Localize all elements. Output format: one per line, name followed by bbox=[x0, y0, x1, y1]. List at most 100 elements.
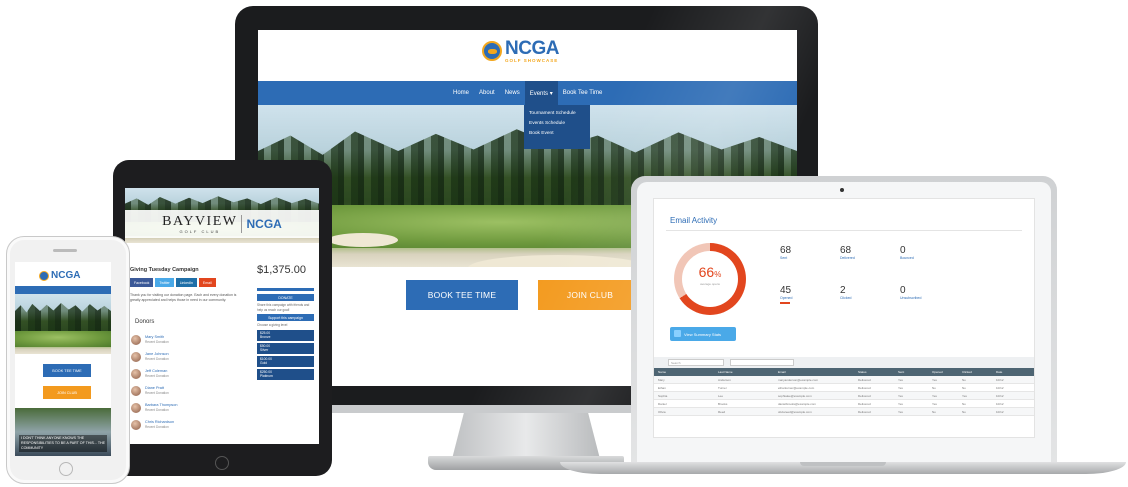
table-cell: oliviareed@example.com bbox=[778, 410, 812, 414]
stat-label[interactable]: Delivered bbox=[840, 256, 855, 261]
stat-sent: 68 Sent bbox=[780, 245, 791, 261]
phone-screen: NCGA BOOK TEE TIME JOIN CLUB I DON'T THI… bbox=[15, 262, 111, 456]
nav-book-tee-time[interactable]: Book Tee Time bbox=[558, 81, 608, 105]
giving-level-option[interactable]: $25.00 Bronze bbox=[257, 329, 314, 341]
table-row[interactable]: Olivia Reed oliviareed@example.com Delivere… bbox=[654, 408, 1034, 416]
nav-news[interactable]: News bbox=[500, 81, 525, 105]
giving-level-option[interactable]: $50.00 Silver bbox=[257, 342, 314, 354]
column-header[interactable]: Last Name bbox=[718, 368, 778, 376]
table-cell: ethanturner@example.com bbox=[778, 386, 815, 390]
club-subtitle: GOLF CLUB bbox=[179, 228, 221, 234]
table-cell: Mary bbox=[658, 378, 665, 382]
phone-hero-image bbox=[15, 294, 111, 354]
table-filter-select[interactable] bbox=[730, 359, 794, 366]
donor-avatar bbox=[131, 351, 141, 362]
table-cell: Reed bbox=[718, 410, 726, 414]
phone-home-button[interactable] bbox=[59, 462, 73, 476]
main-nav: Home About News Events ▾ Book Tee Time bbox=[258, 81, 797, 105]
column-header[interactable]: Sent bbox=[898, 368, 932, 376]
share-buttons: Facebook Twitter LinkedIn Email bbox=[130, 278, 216, 287]
stat-underline bbox=[780, 302, 790, 304]
phone-speaker bbox=[53, 249, 77, 252]
giving-levels: $25.00 Bronze $50.00 Silver $100.00 Gold $250.… bbox=[257, 329, 314, 380]
support-campaign-button[interactable]: Support this campaign bbox=[257, 314, 314, 321]
table-cell: Yes bbox=[898, 378, 903, 382]
donor-item[interactable]: Mary Smith Recent Donation bbox=[131, 331, 231, 348]
column-header[interactable]: Email bbox=[778, 368, 858, 376]
table-cell: Yes bbox=[962, 394, 967, 398]
phone-site-logo[interactable]: NCGA bbox=[39, 270, 80, 281]
donor-avatar bbox=[131, 402, 141, 413]
stat-label[interactable]: Bounced bbox=[900, 256, 914, 261]
book-tee-time-button[interactable]: BOOK TEE TIME bbox=[406, 280, 518, 310]
stat-opened: 45 Opened bbox=[780, 285, 792, 304]
email-activity-title: Email Activity bbox=[670, 216, 718, 225]
column-header[interactable]: Clicked bbox=[962, 368, 996, 376]
table-row[interactable]: Sophia Lee sophialee@example.com Delivered Y… bbox=[654, 392, 1034, 400]
phone-nav-bar[interactable] bbox=[15, 286, 111, 294]
tablet-home-button[interactable] bbox=[215, 456, 229, 470]
column-header[interactable]: Opened bbox=[932, 368, 962, 376]
table-cell: No bbox=[932, 386, 936, 390]
share-email-button[interactable]: Email bbox=[198, 278, 216, 287]
dropdown-item-tournament-schedule[interactable]: Tournament Schedule bbox=[529, 109, 585, 119]
support-text: Share this campaign with friends and hel… bbox=[257, 303, 310, 312]
phone-book-tee-time-button[interactable]: BOOK TEE TIME bbox=[43, 364, 91, 377]
donor-item[interactable]: Jane Johnson Recent Donation bbox=[131, 348, 231, 365]
table-cell: Turner bbox=[718, 386, 727, 390]
stat-number: 45 bbox=[780, 285, 792, 296]
nav-events[interactable]: Events ▾ bbox=[524, 81, 558, 105]
stat-number: 2 bbox=[840, 285, 846, 296]
dropdown-item-book-event[interactable]: Book Event bbox=[529, 129, 585, 139]
video-caption: I DON'T THINK ANYONE KNOWS THE RESPONSIB… bbox=[19, 435, 107, 452]
column-header[interactable]: Name bbox=[658, 368, 718, 376]
share-twitter-button[interactable]: Twitter bbox=[155, 278, 174, 287]
phone-video-thumbnail[interactable]: I DON'T THINK ANYONE KNOWS THE RESPONSIB… bbox=[15, 408, 111, 456]
table-body: Mary Anderson maryanderson@example.com Deli… bbox=[654, 376, 1034, 416]
tablet-screen: BAYVIEW GOLF CLUB NCGA Giving Tuesday Ca… bbox=[125, 188, 319, 444]
share-linkedin-button[interactable]: LinkedIn bbox=[175, 278, 197, 287]
donate-button[interactable]: DONATE bbox=[257, 294, 314, 301]
stat-label[interactable]: Unsubscribed bbox=[900, 296, 921, 301]
golf-badge-icon bbox=[39, 270, 49, 281]
donor-avatar bbox=[131, 334, 141, 345]
giving-level-option[interactable]: $100.00 Gold bbox=[257, 355, 314, 367]
table-cell: Yes bbox=[932, 378, 937, 382]
donation-sidebar: DONATE Share this campaign with friends … bbox=[257, 288, 314, 382]
share-facebook-button[interactable]: Facebook bbox=[130, 278, 154, 287]
donor-avatar bbox=[131, 385, 141, 396]
donut-center: 66% average opens bbox=[674, 265, 746, 287]
donor-item[interactable]: Chris Richardson Recent Donation bbox=[131, 416, 231, 433]
dropdown-item-events-schedule[interactable]: Events Schedule bbox=[529, 119, 585, 129]
stat-label[interactable]: Sent bbox=[780, 256, 791, 261]
club-name: BAYVIEW bbox=[162, 213, 238, 229]
donor-item[interactable]: Diane Pratt Recent Donation bbox=[131, 382, 231, 399]
nav-about[interactable]: About bbox=[474, 81, 500, 105]
table-row[interactable]: Ethan Turner ethanturner@example.com Delive… bbox=[654, 384, 1034, 392]
site-logo[interactable]: NCGA GOLF SHOWCASE bbox=[482, 39, 559, 63]
donor-item[interactable]: Jeff Coleman Recent Donation bbox=[131, 365, 231, 382]
table-cell: 10/12 bbox=[996, 394, 1004, 398]
donor-avatar bbox=[131, 419, 141, 430]
table-row[interactable]: Mary Anderson maryanderson@example.com Deli… bbox=[654, 376, 1034, 384]
donor-item[interactable]: Barbara Thompson Recent Donation bbox=[131, 399, 231, 416]
stat-label[interactable]: Clicked bbox=[840, 296, 851, 301]
device-mockup-stage: NCGA GOLF SHOWCASE Home About News Event… bbox=[0, 0, 1128, 487]
giving-level-option[interactable]: $250.00 Platinum bbox=[257, 368, 314, 380]
stat-number: 0 bbox=[900, 285, 906, 296]
stat-label[interactable]: Opened bbox=[780, 296, 792, 301]
column-header[interactable]: Date bbox=[996, 368, 1034, 376]
stat-number: 0 bbox=[900, 245, 906, 256]
table-cell: Delivered bbox=[858, 402, 871, 406]
phone-join-club-button[interactable]: JOIN CLUB bbox=[43, 386, 91, 399]
nav-home[interactable]: Home bbox=[448, 81, 474, 105]
table-cell: maryanderson@example.com bbox=[778, 378, 819, 382]
join-club-button[interactable]: JOIN CLUB bbox=[538, 280, 642, 310]
table-cell: Delivered bbox=[858, 394, 871, 398]
table-cell: No bbox=[962, 402, 966, 406]
view-summary-stats-button[interactable]: View Summary Stats bbox=[670, 327, 736, 341]
table-cell: 10/12 bbox=[996, 378, 1004, 382]
column-header[interactable]: Status bbox=[858, 368, 898, 376]
table-search-input[interactable]: Search bbox=[668, 359, 724, 366]
table-row[interactable]: Daniel Brooks danielbrooks@example.com Deli… bbox=[654, 400, 1034, 408]
